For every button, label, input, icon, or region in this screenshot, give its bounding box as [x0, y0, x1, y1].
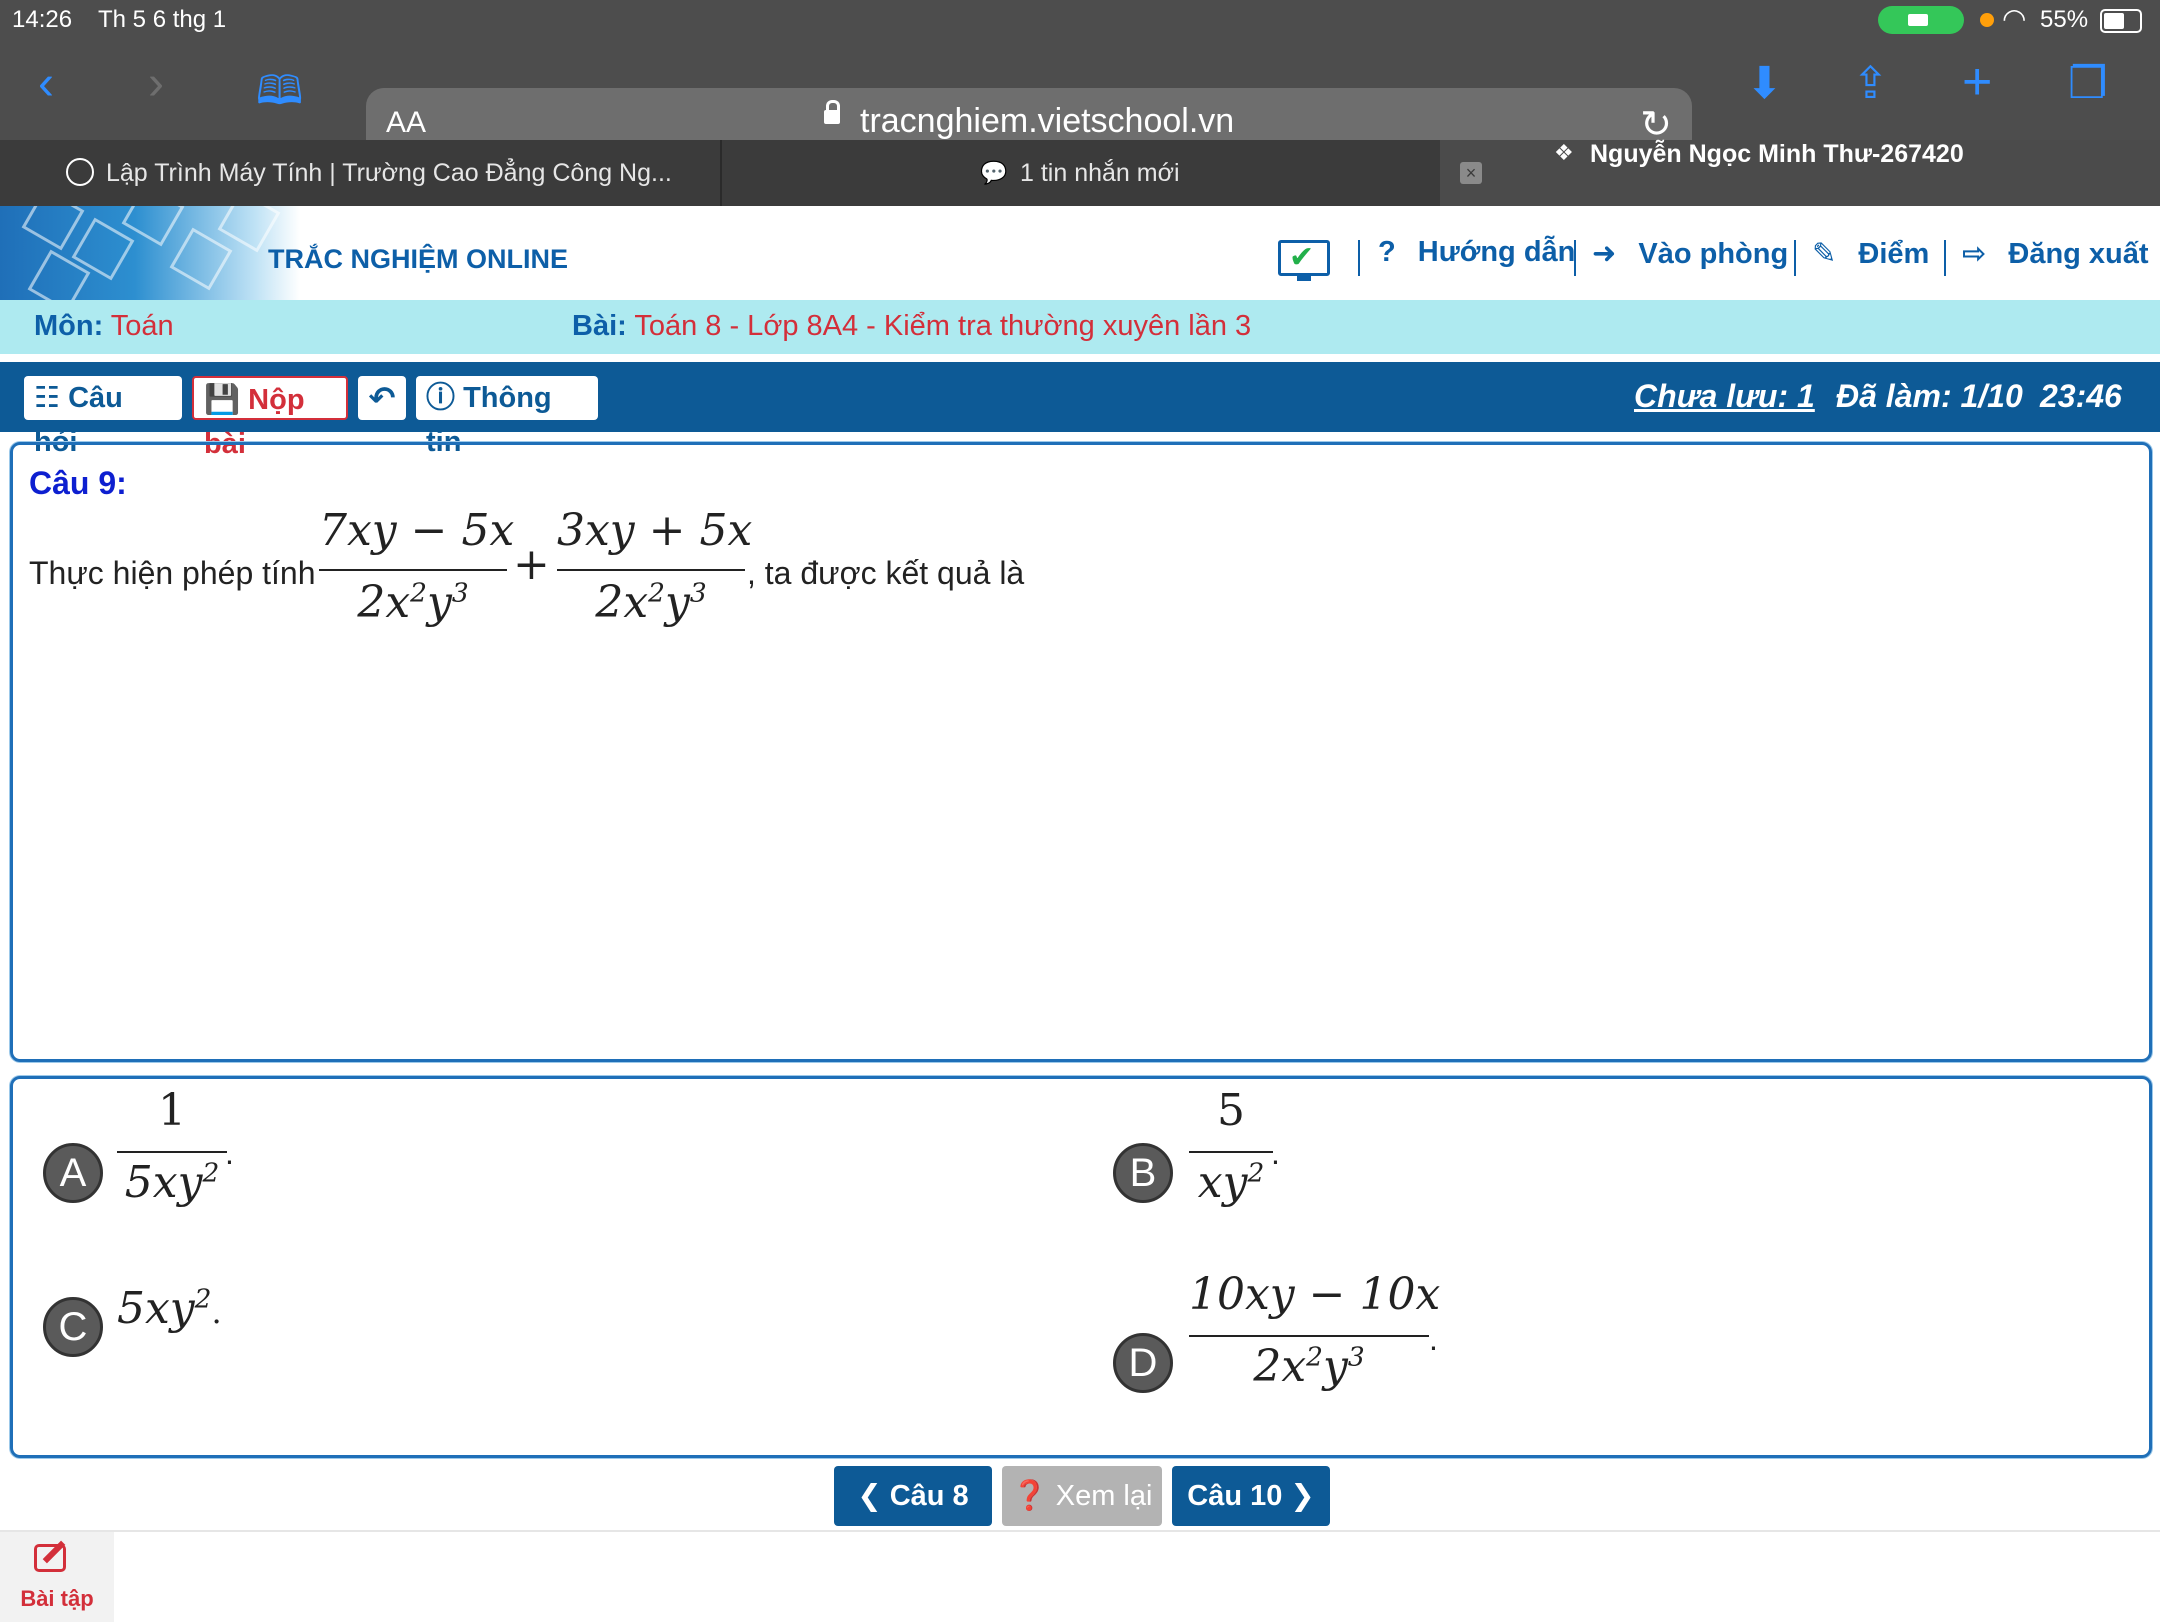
save-icon: 💾 [204, 384, 241, 416]
option-d-radio[interactable]: D [1113, 1333, 1173, 1393]
logout-icon: ⇨ [1962, 238, 1987, 270]
fraction-2: 3xy + 5x 2x2y3 [557, 505, 753, 635]
question-panel: Câu 9: Thực hiện phép tính 7xy − 5x 2x2y… [10, 442, 2152, 1062]
share-icon[interactable]: ⇪ [1852, 58, 1889, 109]
tab-2-label: Nguyễn Ngọc Minh Thư-267420 [1590, 140, 1964, 168]
tab-2-favicon-icon: ❖ [1554, 140, 1574, 165]
status-time: 14:26 [12, 6, 73, 33]
info-icon: ⓘ [426, 382, 456, 414]
chevron-left-icon: ❮ [857, 1480, 882, 1512]
fraction-2-denominator: 2x2y3 [595, 577, 707, 628]
nav-vao-phong[interactable]: ➜ Vào phòng [1592, 236, 1788, 271]
info-button[interactable]: ⓘ Thông tin [416, 376, 598, 458]
battery-icon [2100, 9, 2142, 33]
unsaved-count[interactable]: Chưa lưu: 1 [1634, 378, 1815, 415]
monitor-check-icon[interactable]: ✔ [1278, 240, 1330, 281]
prev-question-button[interactable]: ❮ Câu 8 [834, 1466, 992, 1526]
fraction-1-denominator: 2x2y3 [357, 577, 469, 628]
review-button[interactable]: ❓ Xem lại [1002, 1466, 1162, 1526]
url-text: tracnghiem.vietschool.vn [860, 102, 1235, 140]
status-bar: 14:26 Th 5 6 thg 1 ◠ 55% [0, 0, 2160, 40]
bookmarks-icon[interactable]: 🕮 [256, 62, 303, 130]
status-date: Th 5 6 thg 1 [98, 6, 227, 33]
wifi-icon: ◠ [2002, 3, 2027, 34]
site-title: TRẮC NGHIỆM ONLINE [268, 244, 568, 274]
lock-icon [824, 100, 840, 124]
back-icon[interactable]: ‹ [38, 56, 54, 111]
option-c-expression[interactable]: 5xy2. [117, 1283, 222, 1334]
tab-close-icon[interactable]: × [1460, 162, 1482, 184]
browser-toolbar: ‹ › 🕮 AA tracnghiem.vietschool.vn ↻ ⬇ ⇪ … [0, 40, 2160, 160]
header-hex-banner [0, 206, 300, 302]
nav-diem[interactable]: ✎ Điểm [1812, 236, 1929, 271]
forward-icon[interactable]: › [148, 56, 164, 111]
fraction-1-numerator: 7xy − 5x [319, 505, 515, 556]
question-circle-icon: ❓ [1011, 1480, 1048, 1512]
new-tab-icon[interactable]: + [1962, 52, 1992, 112]
grid-icon: ☷ [34, 382, 60, 414]
nav-huong-dan[interactable]: ? Hướng dẫn [1378, 236, 1575, 269]
fraction-2-numerator: 3xy + 5x [557, 505, 753, 556]
action-bar: ☷ Câu hỏi 💾 Nộp bài ↶ ⓘ Thông tin Chưa l… [0, 362, 2160, 460]
reader-aa-button[interactable]: AA [386, 106, 426, 140]
enter-icon: ➜ [1592, 238, 1617, 270]
tab-bai-tap[interactable]: Bài tập [0, 1532, 114, 1622]
bottom-tab-bar: Bài tập [0, 1530, 2160, 1622]
subject-bar: Môn: Toán Bài: Toán 8 - Lớp 8A4 - Kiểm t… [0, 300, 2160, 354]
option-b-fraction[interactable]: 5 xy2 [1189, 1085, 1273, 1215]
submit-button[interactable]: 💾 Nộp bài [192, 376, 348, 460]
option-a-radio[interactable]: A [43, 1143, 103, 1203]
option-c-radio[interactable]: C [43, 1297, 103, 1357]
done-count: Đã làm: 1/10 [1836, 378, 2023, 414]
question-suffix: , ta được kết quả là [747, 555, 1025, 591]
camera-indicator-icon [1878, 6, 1964, 34]
tab-2[interactable]: × ❖ Nguyễn Ngọc Minh Thư-267420 [1440, 140, 2160, 206]
messenger-icon: 💬 [980, 160, 1008, 185]
option-b-radio[interactable]: B [1113, 1143, 1173, 1203]
question-list-button[interactable]: ☷ Câu hỏi [24, 376, 182, 458]
fraction-1: 7xy − 5x 2x2y3 [319, 505, 515, 635]
edit-icon [34, 1544, 66, 1572]
question-prefix: Thực hiện phép tính [29, 555, 316, 591]
chevron-right-icon: ❯ [1290, 1480, 1315, 1512]
undo-button[interactable]: ↶ [358, 376, 406, 420]
plus-sign: + [513, 539, 550, 590]
tab-0-label: Lập Trình Máy Tính | Trường Cao Đẳng Côn… [106, 159, 672, 187]
lesson-info: Bài: Toán 8 - Lớp 8A4 - Kiểm tra thường … [572, 310, 1252, 342]
tabs-overview-icon[interactable]: ❐ [2068, 58, 2107, 109]
battery-percent: 55% [2040, 6, 2089, 33]
answers-panel: A 1 5xy2 . B 5 xy2 . C 5xy2. D 10xy − 10… [10, 1076, 2152, 1458]
question-title: Câu 9: [29, 465, 127, 501]
help-icon: ? [1378, 236, 1396, 268]
tab-1-label: 1 tin nhắn mới [1020, 159, 1180, 187]
recording-dot-icon [1980, 13, 1994, 27]
option-a-fraction[interactable]: 1 5xy2 [117, 1085, 227, 1215]
tab-bai-tap-label: Bài tập [20, 1586, 94, 1611]
timer: 23:46 [2040, 378, 2122, 414]
undo-icon: ↶ [368, 380, 396, 416]
site-favicon-icon [66, 158, 94, 186]
next-question-button[interactable]: Câu 10 ❯ [1172, 1466, 1330, 1526]
subject-info: Môn: Toán [34, 310, 174, 342]
edit-icon: ✎ [1812, 238, 1837, 270]
tab-bar: Lập Trình Máy Tính | Trường Cao Đẳng Côn… [0, 140, 2160, 206]
nav-dang-xuat[interactable]: ⇨ Đăng xuất [1962, 236, 2149, 271]
option-d-fraction[interactable]: 10xy − 10x 2x2y3 [1189, 1269, 1440, 1399]
download-icon[interactable]: ⬇ [1746, 58, 1783, 109]
site-header: TRẮC NGHIỆM ONLINE ✔ ? Hướng dẫn ➜ Vào p… [0, 206, 2160, 302]
